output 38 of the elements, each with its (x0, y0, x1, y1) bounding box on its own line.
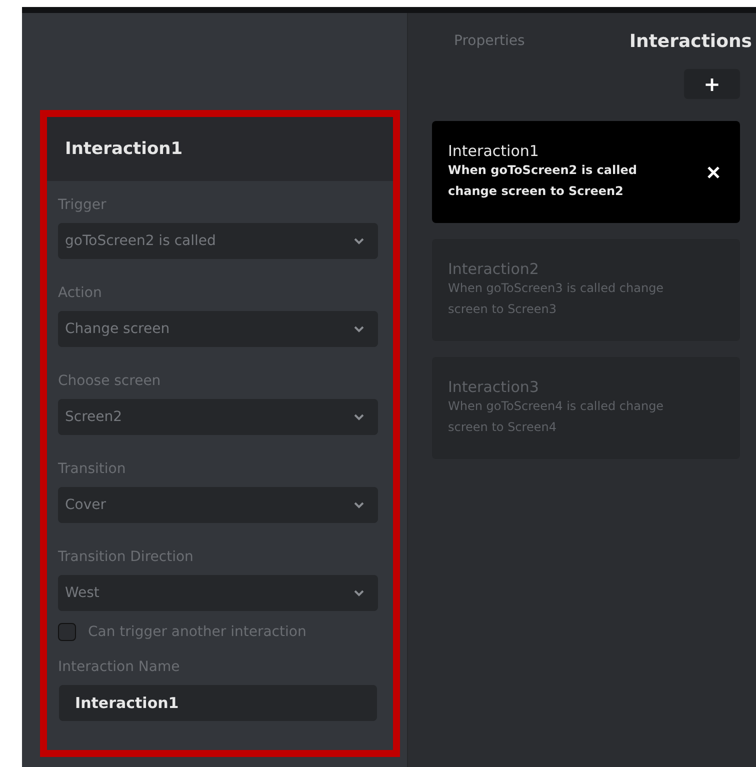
dropdown[interactable]: West (58, 575, 378, 611)
dropdown-value: West (65, 585, 100, 601)
field-label: Interaction Name (58, 659, 181, 677)
chevron-down-icon (354, 502, 364, 508)
dropdown[interactable]: Change screen (58, 311, 378, 347)
dropdown[interactable]: Cover (58, 487, 378, 523)
panel-title: Interaction1 (65, 139, 183, 159)
dropdown[interactable]: Screen2 (58, 399, 378, 435)
add-button[interactable]: + (684, 69, 740, 99)
name-input-field[interactable]: Interaction1 (59, 685, 377, 721)
interaction-card[interactable]: Interaction2 When goToScreen3 is called change screen to Screen3 (432, 239, 740, 341)
interaction-description: When goToScreen3 is called change screen to Screen3 (448, 280, 665, 318)
field-label: Action (58, 285, 103, 303)
dropdown-value: Cover (65, 497, 106, 513)
field-label: Choose screen (58, 373, 162, 391)
dropdown-value: goToScreen2 is called (65, 233, 216, 249)
close-icon[interactable] (707, 166, 720, 178)
field-label: Transition (58, 461, 127, 479)
interaction-description: When goToScreen4 is called change screen to Screen4 (448, 398, 665, 436)
chevron-down-icon (354, 326, 364, 332)
interaction-card[interactable]: Interaction3 When goToScreen4 is called change screen to Screen4 (432, 357, 740, 459)
tab[interactable]: Interactions (629, 30, 752, 52)
interaction-name: Interaction1 (448, 142, 540, 160)
dropdown[interactable]: goToScreen2 is called (58, 223, 378, 259)
checkbox-label: Can trigger another interaction (88, 624, 306, 640)
tab[interactable]: Properties (454, 33, 525, 49)
interaction-description: When goToScreen2 is called change screen to Screen2 (448, 162, 638, 200)
field-label: Transition Direction (58, 549, 194, 567)
chevron-down-icon (354, 590, 364, 596)
chevron-down-icon (354, 238, 364, 244)
checkbox[interactable] (58, 623, 76, 641)
chevron-down-icon (354, 414, 364, 420)
interaction-name: Interaction2 (448, 260, 540, 278)
interaction-card[interactable]: Interaction1 When goToScreen2 is called change screen to Screen2 (432, 121, 740, 223)
interaction-name: Interaction3 (448, 378, 540, 396)
dropdown-value: Screen2 (65, 409, 122, 425)
field-label: Trigger (58, 197, 108, 215)
dropdown-value: Change screen (65, 321, 170, 337)
